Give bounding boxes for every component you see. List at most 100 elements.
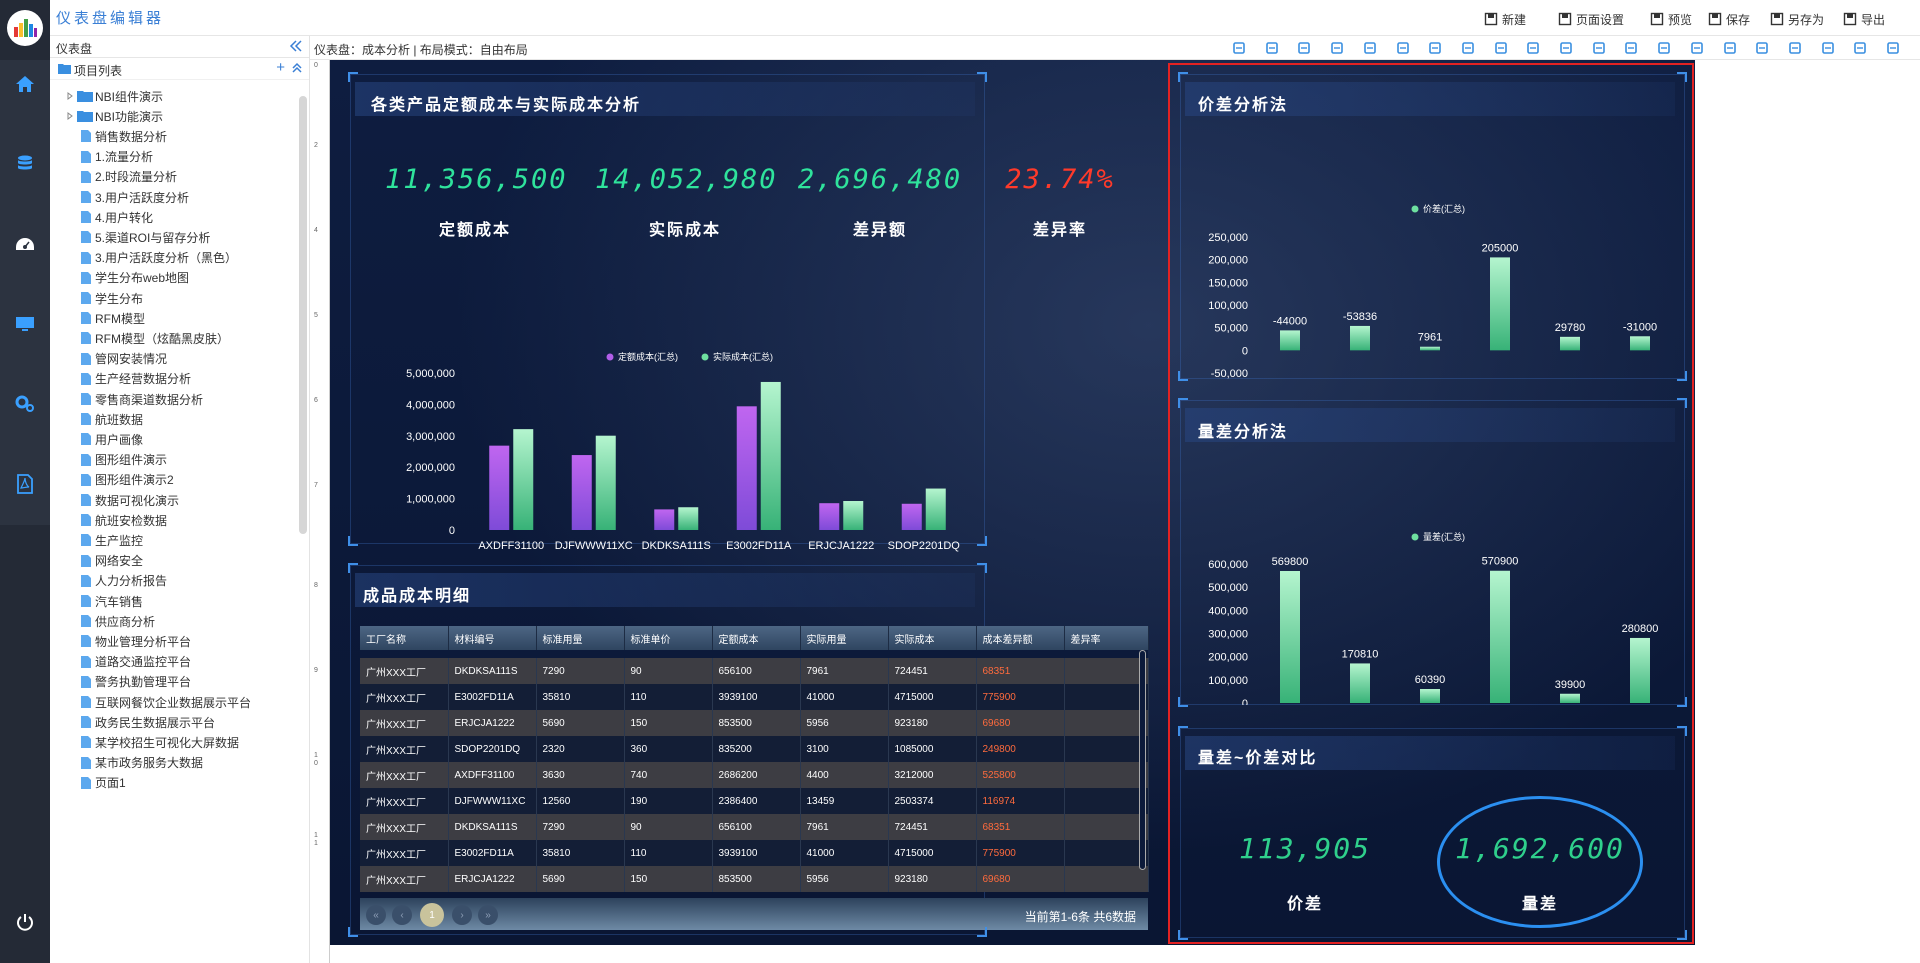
table-row[interactable]: 广州XXX工厂 ERJCJA1222 5690 150 853500 5956 923180… [360,710,1149,736]
tree-item[interactable]: 警务执勤管理平台 [50,672,300,692]
lock-icon[interactable] [1427,40,1443,56]
undo-icon[interactable] [1264,40,1280,56]
align-bottom-icon[interactable] [1885,40,1901,56]
pdf-icon[interactable] [13,472,37,496]
layer-bottom-icon[interactable] [1689,40,1705,56]
tree-item[interactable]: NBI功能演示 [50,106,300,126]
align-top-icon[interactable] [1820,40,1836,56]
expand-arrow-icon[interactable] [66,92,74,100]
database-icon[interactable] [13,152,37,176]
table-row[interactable]: 广州XXX工厂 DKDKSA111S 7290 90 656100 7961 724451 6… [360,658,1149,684]
last-page-button[interactable]: » [478,905,498,925]
table-row[interactable]: 广州XXX工厂 DJFWWW11XC 12560 190 2386400 13459 250… [360,788,1149,814]
page-settings-button[interactable]: 页面设置 [1558,10,1624,28]
tree-item[interactable]: 航班数据 [50,409,300,429]
tree-item[interactable]: 政务民生数据展示平台 [50,712,300,732]
tree-item[interactable]: 生产经营数据分析 [50,369,300,389]
first-page-button[interactable]: « [366,905,386,925]
cut-icon[interactable] [1362,40,1378,56]
table-row[interactable]: 广州XXX工厂 ERJCJA1222 5690 150 853500 5956 923180… [360,866,1149,892]
dashboard-icon[interactable] [13,233,37,257]
table-scrollbar[interactable] [1139,650,1146,870]
next-page-button[interactable]: › [452,905,472,925]
tree-item[interactable]: 销售数据分析 [50,126,300,146]
add-icon[interactable]: + [276,59,285,76]
tree-item[interactable]: 2.时段流量分析 [50,167,300,187]
tree-item[interactable]: 零售商渠道数据分析 [50,389,300,409]
tree-item[interactable]: 某学校招生可视化大屏数据 [50,732,300,752]
delete-icon[interactable] [1558,40,1574,56]
tree-item[interactable]: 学生分布web地图 [50,268,300,288]
tree-item[interactable]: 汽车销售 [50,591,300,611]
sidebar-scrollbar[interactable] [299,96,307,534]
align-middle-icon[interactable] [1852,40,1868,56]
tree-item[interactable]: 数据可视化演示 [50,490,300,510]
prev-page-button[interactable]: ‹ [392,905,412,925]
tree-item[interactable]: 互联网餐饮企业数据展示平台 [50,692,300,712]
collapse-up-icon[interactable] [291,62,303,74]
tree-item[interactable]: 管网安装情况 [50,349,300,369]
tree-item[interactable]: 1.流量分析 [50,147,300,167]
layer-up-icon[interactable] [1591,40,1607,56]
table-row[interactable]: 广州XXX工厂 SDOP2201DQ 2320 360 835200 3100 108500… [360,736,1149,762]
table-row[interactable]: 广州XXX工厂 E3002FD11A 35810 110 3939100 41000 471… [360,684,1149,710]
expand-arrow-icon[interactable] [66,112,74,121]
tree-item[interactable]: 用户画像 [50,429,300,449]
save-button[interactable]: 保存 [1708,10,1750,28]
tree-item[interactable]: RFM模型 [50,308,300,328]
zoom-out-icon[interactable] [1525,40,1541,56]
tree-item[interactable]: 5.渠道ROI与留存分析 [50,227,300,247]
unlock-icon[interactable] [1460,40,1476,56]
tree-item[interactable]: RFM模型（炫酷黑皮肤） [50,328,300,348]
tree-item[interactable]: 某市政务服务大数据 [50,753,300,773]
copy-icon[interactable] [1329,40,1345,56]
table-row[interactable]: 广州XXX工厂 DKDKSA111S 7290 90 656100 7961 724451 6… [360,814,1149,840]
redo-icon[interactable] [1296,40,1312,56]
tree-item[interactable]: 物业管理分析平台 [50,631,300,651]
table-header[interactable]: 标准单价 [624,626,713,650]
tree-item[interactable]: 图形组件演示 [50,450,300,470]
link-icon[interactable] [1231,40,1247,56]
preview-button[interactable]: 预览 [1650,10,1692,28]
table-header[interactable]: 标准用量 [536,626,625,650]
tree-item[interactable]: 生产监控 [50,530,300,550]
tree-item[interactable]: NBI组件演示 [50,86,300,106]
table-row[interactable]: 广州XXX工厂 E3002FD11A 35810 110 3939100 41000 471… [360,840,1149,866]
current-page[interactable]: 1 [420,903,444,927]
tree-item[interactable]: 学生分布 [50,288,300,308]
tree-item[interactable]: 供应商分析 [50,611,300,631]
tree-item[interactable]: 人力分析报告 [50,571,300,591]
align-left-icon[interactable] [1722,40,1738,56]
settings-icon[interactable] [13,392,37,416]
table-header[interactable]: 差异率 [1064,626,1149,650]
zoom-in-icon[interactable] [1493,40,1509,56]
table-header[interactable]: 实际成本 [888,626,977,650]
save-as-button[interactable]: 另存为 [1770,10,1824,28]
tree-item[interactable]: 道路交通监控平台 [50,652,300,672]
power-icon[interactable] [13,910,37,934]
tree-item[interactable]: 网络安全 [50,551,300,571]
table-header[interactable]: 实际用量 [800,626,889,650]
monitor-icon[interactable] [13,312,37,336]
tree-item[interactable]: 4.用户转化 [50,207,300,227]
home-icon[interactable] [13,72,37,96]
align-center-icon[interactable] [1754,40,1770,56]
align-right-icon[interactable] [1787,40,1803,56]
new-button[interactable]: 新建 [1484,10,1526,28]
table-header[interactable]: 材料编号 [448,626,537,650]
tree-item[interactable]: 航班安检数据 [50,510,300,530]
table-row[interactable]: 广州XXX工厂 AXDFF31100 3630 740 2686200 4400 32120… [360,762,1149,788]
main-bar-chart[interactable]: 定额成本(汇总) 实际成本(汇总) 5,000,000 4,000,000 3,000,… [350,275,985,555]
table-header[interactable]: 成本差异额 [976,626,1065,650]
tree-item[interactable]: 图形组件演示2 [50,470,300,490]
tree-item[interactable]: 3.用户活跃度分析 [50,187,300,207]
collapse-icon[interactable] [289,39,303,53]
table-header[interactable]: 工厂名称 [360,626,449,650]
paste-icon[interactable] [1395,40,1411,56]
export-button[interactable]: 导出 [1843,10,1885,28]
layer-down-icon[interactable] [1656,40,1672,56]
tree-item[interactable]: 3.用户活跃度分析（黑色） [50,248,300,268]
tree-item[interactable]: 页面1 [50,773,300,793]
layer-top-icon[interactable] [1623,40,1639,56]
table-header[interactable]: 定额成本 [712,626,801,650]
